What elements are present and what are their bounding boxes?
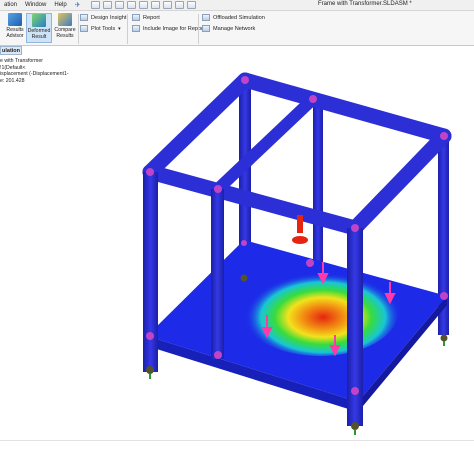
frame-top-beams bbox=[142, 72, 452, 236]
status-divider bbox=[0, 440, 474, 441]
base-plate bbox=[147, 240, 447, 412]
graphics-viewport[interactable] bbox=[0, 0, 474, 449]
